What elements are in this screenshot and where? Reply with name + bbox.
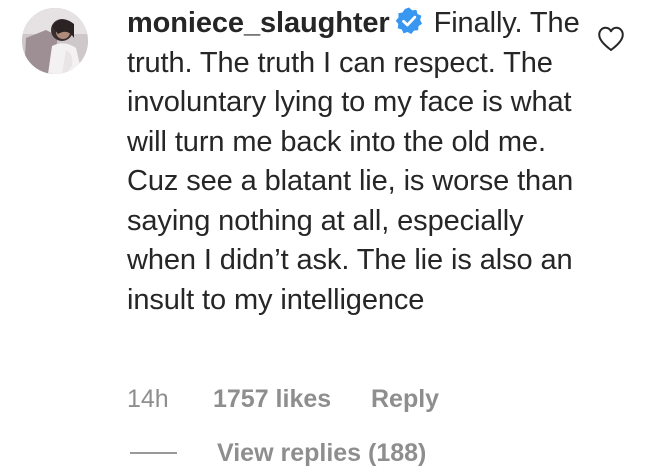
view-replies-label[interactable]: View replies (188): [217, 439, 426, 468]
view-replies-button[interactable]: View replies (188): [130, 433, 426, 473]
username[interactable]: moniece_slaughter: [127, 7, 390, 39]
reply-button[interactable]: Reply: [371, 385, 439, 414]
comment-meta: 14h 1757 likes Reply: [127, 379, 439, 419]
avatar[interactable]: [22, 8, 88, 74]
timestamp[interactable]: 14h: [127, 385, 213, 414]
heart-outline-icon[interactable]: [596, 24, 626, 54]
comment: moniece_slaughter Finally. The truth. Th…: [0, 0, 660, 475]
comment-text: Finally. The truth. The truth I can resp…: [127, 7, 580, 316]
verified-badge-icon: [394, 6, 424, 36]
replies-divider: [130, 452, 177, 454]
avatar-image: [22, 8, 88, 74]
comment-body: moniece_slaughter Finally. The truth. Th…: [127, 4, 587, 320]
likes-count[interactable]: 1757 likes: [213, 385, 371, 414]
